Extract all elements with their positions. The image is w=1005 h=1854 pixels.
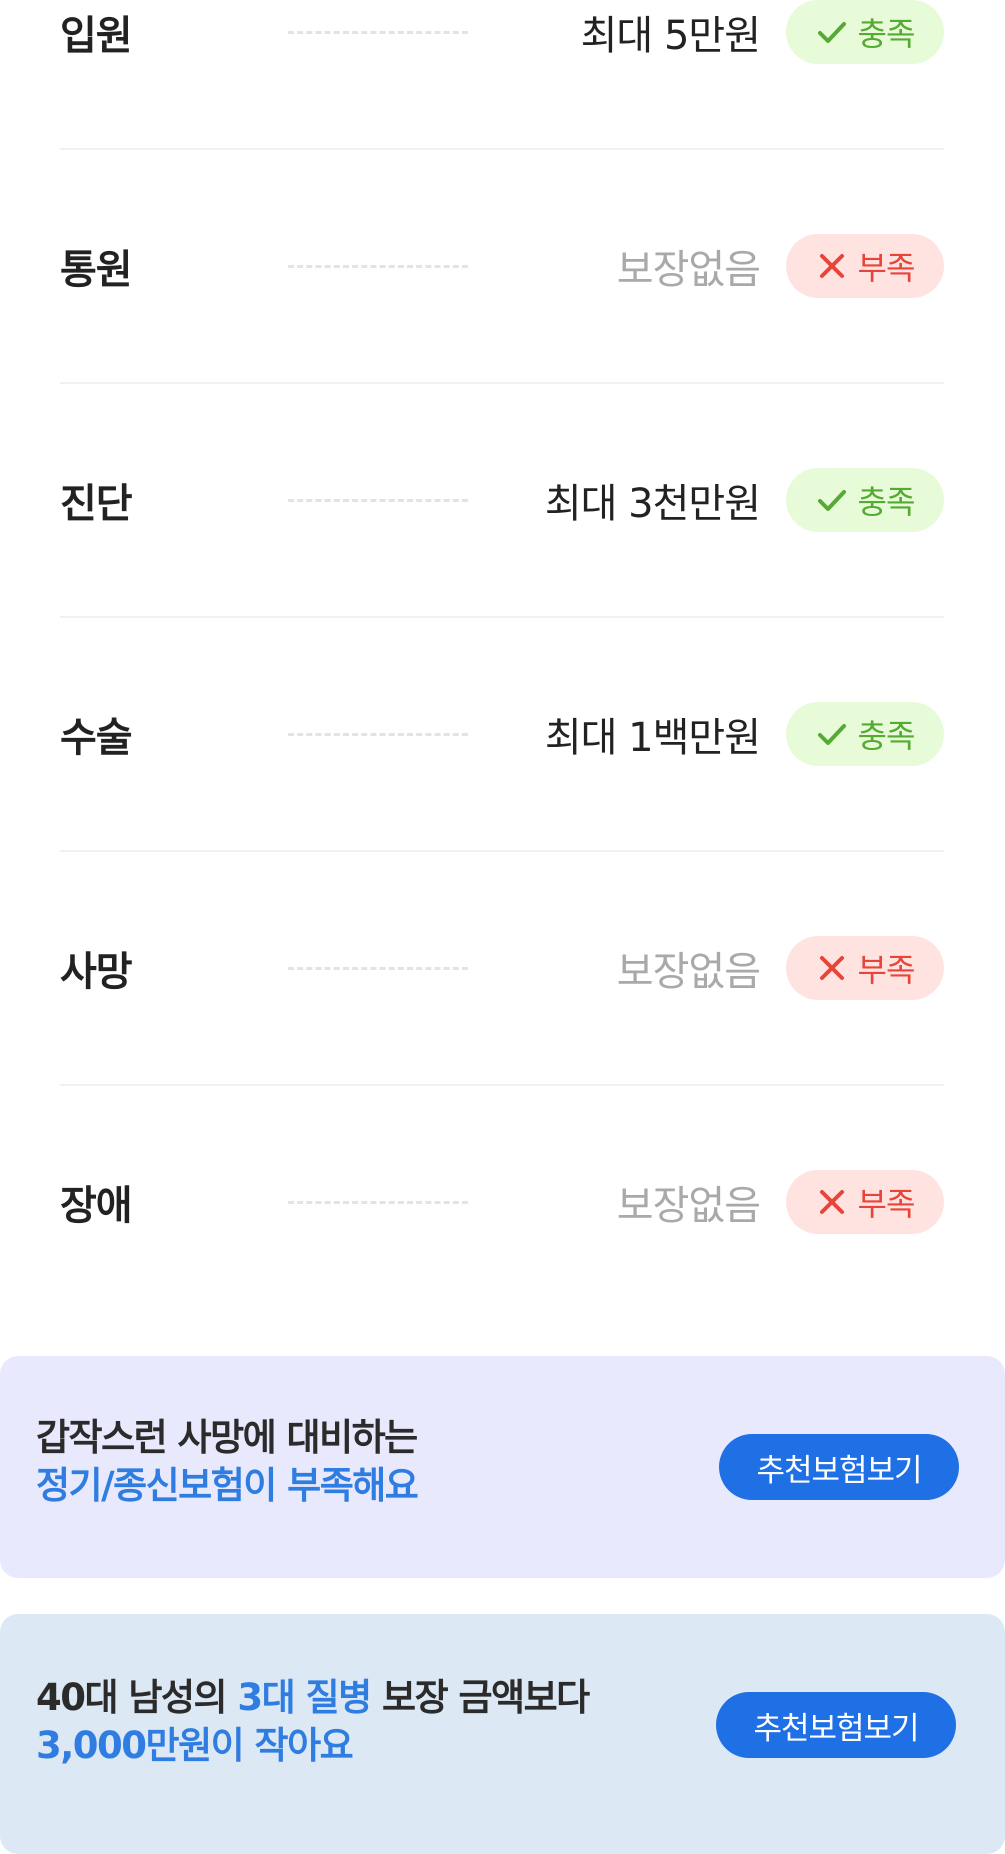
close-icon [816, 1186, 848, 1218]
close-icon [816, 952, 848, 984]
card-message: 갑작스런 사망에 대비하는 정기/종신보험이 부족해요 [36, 1414, 419, 1510]
coverage-category: 통원 [60, 247, 133, 293]
card-message-line2: 3,000만원이 작아요 [36, 1724, 354, 1767]
dotted-leader [288, 264, 468, 268]
row-divider [60, 850, 944, 852]
card-message-line1: 40대 남성의 3대 질병 보장 금액보다 [36, 1674, 590, 1722]
dotted-leader [288, 498, 468, 502]
coverage-amount: 보장없음 [616, 949, 761, 995]
dotted-leader [288, 732, 468, 736]
dotted-leader [288, 30, 468, 34]
coverage-row-inpatient: 입원 최대 5만원 충족 [60, 0, 944, 82]
coverage-row-outpatient: 통원 보장없음 부족 [60, 216, 944, 316]
status-label: 부족 [857, 249, 916, 287]
recommended-insurance-button[interactable]: 추천보험보기 [719, 1434, 959, 1500]
status-label: 충족 [857, 717, 916, 755]
coverage-amount: 최대 5만원 [580, 13, 761, 59]
coverage-category: 장애 [60, 1183, 133, 1229]
row-divider [60, 148, 944, 150]
card-message: 40대 남성의 3대 질병 보장 금액보다 3,000만원이 작아요 [36, 1674, 590, 1770]
coverage-category: 진단 [60, 481, 133, 527]
close-icon [816, 250, 848, 282]
card-message-line2: 정기/종신보험이 부족해요 [36, 1464, 419, 1507]
status-label: 충족 [857, 483, 916, 521]
coverage-row-disability: 장애 보장없음 부족 [60, 1152, 944, 1252]
card-text-segment: 40대 남성의 [36, 1676, 238, 1719]
status-badge: 충족 [786, 468, 944, 532]
check-icon [816, 718, 848, 750]
coverage-amount: 보장없음 [616, 1183, 761, 1229]
status-label: 부족 [857, 1185, 916, 1223]
dotted-leader [288, 966, 468, 970]
status-badge: 부족 [786, 936, 944, 1000]
status-badge: 충족 [786, 702, 944, 766]
dotted-leader [288, 1200, 468, 1204]
row-divider [60, 616, 944, 618]
card-text-highlight: 3대 질병 [237, 1676, 372, 1719]
recommendation-card-critical-illness: 40대 남성의 3대 질병 보장 금액보다 3,000만원이 작아요 추천보험보… [0, 1614, 1005, 1854]
card-message-line1: 갑작스런 사망에 대비하는 [36, 1416, 418, 1459]
status-badge: 충족 [786, 0, 944, 64]
coverage-category: 사망 [60, 949, 133, 995]
coverage-row-death: 사망 보장없음 부족 [60, 918, 944, 1018]
coverage-row-diagnosis: 진단 최대 3천만원 충족 [60, 450, 944, 550]
recommendation-card-life: 갑작스런 사망에 대비하는 정기/종신보험이 부족해요 추천보험보기 [0, 1356, 1005, 1578]
coverage-amount: 최대 3천만원 [544, 481, 761, 527]
status-label: 충족 [857, 15, 916, 53]
coverage-category: 수술 [60, 715, 133, 761]
status-badge: 부족 [786, 1170, 944, 1234]
coverage-amount: 최대 1백만원 [544, 715, 761, 761]
row-divider [60, 382, 944, 384]
status-badge: 부족 [786, 234, 944, 298]
check-icon [816, 16, 848, 48]
status-label: 부족 [857, 951, 916, 989]
row-divider [60, 1084, 944, 1086]
coverage-amount: 보장없음 [616, 247, 761, 293]
card-text-segment: 보장 금액보다 [370, 1676, 590, 1719]
coverage-category: 입원 [60, 13, 133, 59]
recommended-insurance-button[interactable]: 추천보험보기 [716, 1692, 956, 1758]
check-icon [816, 484, 848, 516]
coverage-row-surgery: 수술 최대 1백만원 충족 [60, 684, 944, 784]
